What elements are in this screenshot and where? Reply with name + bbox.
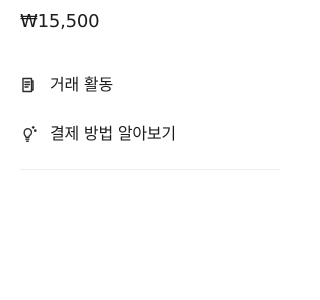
screen: ₩15,500 거래 활동 결제 방법 알아보기	[0, 0, 300, 300]
document-icon	[18, 75, 38, 95]
menu-item-label: 결제 방법 알아보기	[50, 124, 176, 143]
lightbulb-icon	[18, 124, 38, 144]
price-label: ₩15,500	[20, 11, 100, 32]
menu-item-payment-methods[interactable]: 결제 방법 알아보기	[0, 112, 300, 156]
divider	[20, 169, 280, 170]
menu-item-transaction-activity[interactable]: 거래 활동	[0, 63, 300, 107]
menu-item-label: 거래 활동	[50, 75, 113, 94]
